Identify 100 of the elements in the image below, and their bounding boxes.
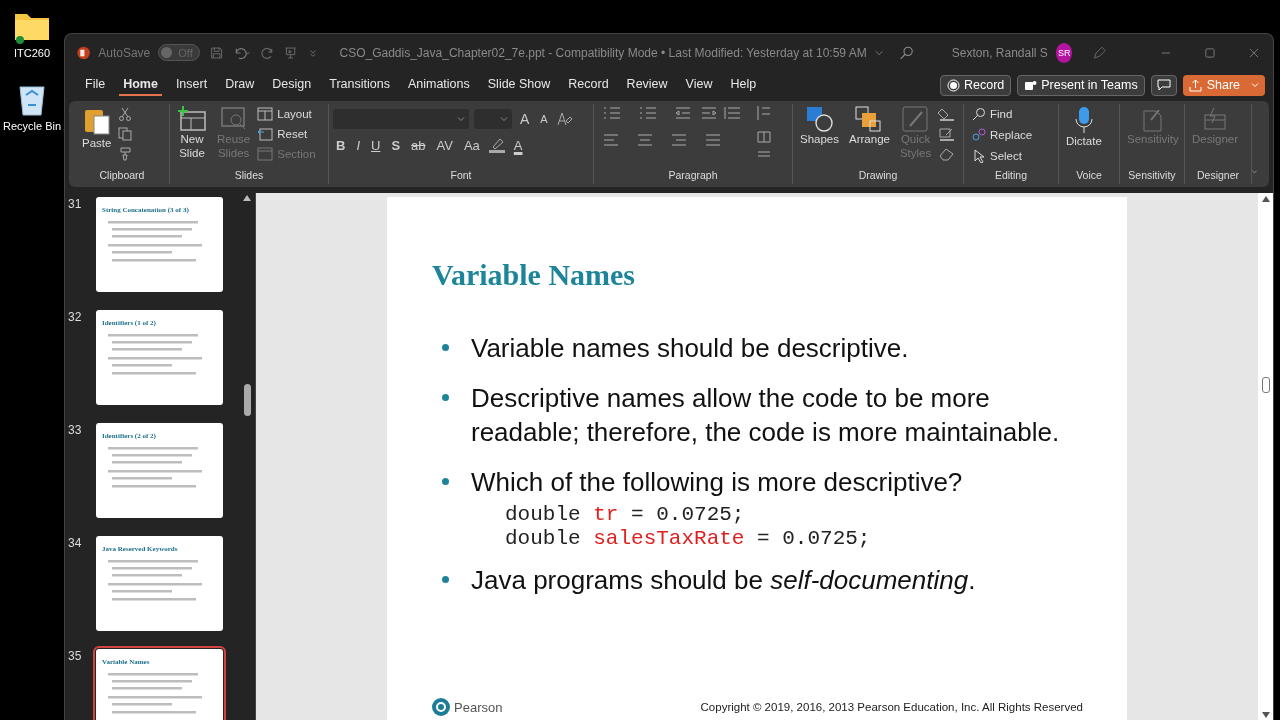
present-in-teams-button[interactable]: Present in Teams xyxy=(1017,74,1145,96)
scissors-icon[interactable] xyxy=(118,107,133,121)
slide-title: Variable Names xyxy=(432,257,637,293)
ribbon-tab[interactable]: Insert xyxy=(171,74,212,96)
slide-number: 34 xyxy=(68,536,82,552)
collapse-ribbon-icon[interactable] xyxy=(1252,168,1257,176)
format-button[interactable]: U xyxy=(368,137,384,153)
ribbon-tab[interactable]: Animations xyxy=(403,74,474,96)
bullet-text: Variable names should be descriptive. xyxy=(471,332,909,365)
teams-icon xyxy=(1024,78,1038,92)
copy-icon[interactable] xyxy=(118,127,133,141)
font-name-field[interactable] xyxy=(333,109,469,129)
section-icon xyxy=(257,147,274,161)
copyright-text: Copyright © 2019, 2016, 2013 Pearson Education, Inc. All Rights Reserved xyxy=(700,701,1083,713)
slide-number: 35 xyxy=(68,649,82,665)
select-button[interactable]: Select xyxy=(972,149,1054,163)
ribbon-tab[interactable]: View xyxy=(681,74,717,96)
ribbon-tab[interactable]: Transitions xyxy=(325,74,394,96)
group-label: Slides xyxy=(234,169,264,183)
presentation-icon[interactable] xyxy=(284,44,298,61)
group-label: Sensitivity xyxy=(1128,169,1176,183)
highlighter-icon[interactable] xyxy=(487,137,506,153)
caret-icon xyxy=(457,115,465,123)
scroll-up-icon[interactable] xyxy=(1261,196,1270,202)
ribbon-tab[interactable]: File xyxy=(81,74,110,96)
shapes-button[interactable]: Shapes xyxy=(797,104,842,148)
scroll-down-icon[interactable] xyxy=(1261,712,1270,718)
user-name[interactable]: Sexton, Randall S xyxy=(951,45,1048,60)
format-button[interactable]: AV xyxy=(433,137,456,153)
quick-styles-icon xyxy=(901,106,930,132)
group-label: Font xyxy=(450,169,472,183)
ribbon-tab[interactable]: Draw xyxy=(221,74,259,96)
pearson-logo: Pearson xyxy=(432,698,503,716)
ribbon-tab[interactable]: Review xyxy=(622,74,672,96)
new-slide-icon xyxy=(177,106,207,132)
caret-icon[interactable] xyxy=(1251,81,1259,89)
clear-formatting-icon[interactable] xyxy=(555,111,572,127)
bullet-text: Descriptive names allow the code to be more readable; therefore, the code is more maintainable. xyxy=(471,382,1061,449)
caret-icon xyxy=(500,115,508,123)
paste-button[interactable]: Paste xyxy=(79,104,115,152)
font-size-field[interactable] xyxy=(474,109,512,129)
format-button[interactable]: ab xyxy=(408,137,429,153)
record-icon xyxy=(947,78,960,92)
pearson-logo-icon xyxy=(432,698,450,716)
reset-icon xyxy=(257,127,274,141)
record-button[interactable]: Record xyxy=(940,74,1012,96)
arrange-icon xyxy=(855,106,884,132)
comments-button[interactable] xyxy=(1150,74,1177,96)
font-color-button[interactable]: A xyxy=(510,137,526,153)
reuse-slides-icon xyxy=(219,106,248,132)
bullet-text: Java programs should be self-documenting. xyxy=(471,564,976,597)
replace-icon xyxy=(972,128,986,142)
format-button[interactable]: S xyxy=(388,137,404,153)
ribbon-tab[interactable]: Record xyxy=(564,74,613,96)
save-icon[interactable] xyxy=(209,44,223,61)
ribbon-tab[interactable]: Design xyxy=(268,74,316,96)
slide-number: 31 xyxy=(68,197,82,213)
code-line: double tr = 0.0725; xyxy=(505,502,746,528)
format-button[interactable]: Aa xyxy=(460,137,483,153)
scroll-up-icon[interactable] xyxy=(243,195,251,201)
arrange-button[interactable]: Arrange xyxy=(846,104,893,148)
user-avatar[interactable]: SR xyxy=(1055,42,1073,63)
layout-button[interactable]: Layout xyxy=(257,107,316,121)
group-label: Paragraph xyxy=(668,169,718,183)
search-icon xyxy=(972,107,986,121)
scroll-thumb[interactable] xyxy=(1261,377,1270,393)
maximize-icon[interactable] xyxy=(1205,46,1216,59)
new-slide-button[interactable]: New Slide xyxy=(174,104,210,162)
bullet-icon xyxy=(442,478,449,485)
bullet-icon xyxy=(442,394,449,401)
desktop-icon-label[interactable]: ITC260 xyxy=(13,47,51,59)
slide-number: 33 xyxy=(68,423,82,439)
group-label: Designer xyxy=(1197,169,1239,183)
scrollbar[interactable] xyxy=(1258,193,1273,720)
ribbon-tab[interactable]: Home xyxy=(119,74,162,96)
scroll-thumb[interactable] xyxy=(243,384,251,416)
shapes-icon xyxy=(805,106,834,132)
comment-icon xyxy=(1156,79,1171,91)
replace-button[interactable]: Replace xyxy=(972,128,1054,142)
format-button[interactable]: I xyxy=(353,137,363,153)
format-button[interactable]: B xyxy=(333,137,349,153)
bullet-icon xyxy=(442,344,449,351)
grow-font-button[interactable]: A xyxy=(517,111,533,127)
group-label: Drawing xyxy=(858,169,898,183)
powerpoint-logo-icon xyxy=(77,44,91,61)
dictate-button[interactable]: Dictate xyxy=(1063,104,1105,150)
autosave-label: AutoSave xyxy=(98,45,151,60)
ribbon-tab[interactable]: Help xyxy=(726,74,761,96)
find-button[interactable]: Find xyxy=(972,107,1054,121)
close-icon[interactable] xyxy=(1249,46,1259,59)
document-title[interactable]: CSO_Gaddis_Java_Chapter02_7e.ppt - Compatibility Mode • Last Modified: Yesterday at 10:59 AM xyxy=(339,45,867,60)
format-painter-icon[interactable] xyxy=(118,147,133,161)
desktop-icon-label[interactable]: Recycle Bin xyxy=(2,120,62,132)
reset-button[interactable]: Reset xyxy=(257,127,316,141)
designer-icon xyxy=(1202,106,1228,132)
shape-fill-icon[interactable] xyxy=(938,107,957,121)
layout-icon xyxy=(257,107,274,121)
shape-outline-icon[interactable] xyxy=(938,127,957,141)
shrink-font-button[interactable]: A xyxy=(537,113,551,125)
ribbon-tab[interactable]: Slide Show xyxy=(483,74,555,96)
